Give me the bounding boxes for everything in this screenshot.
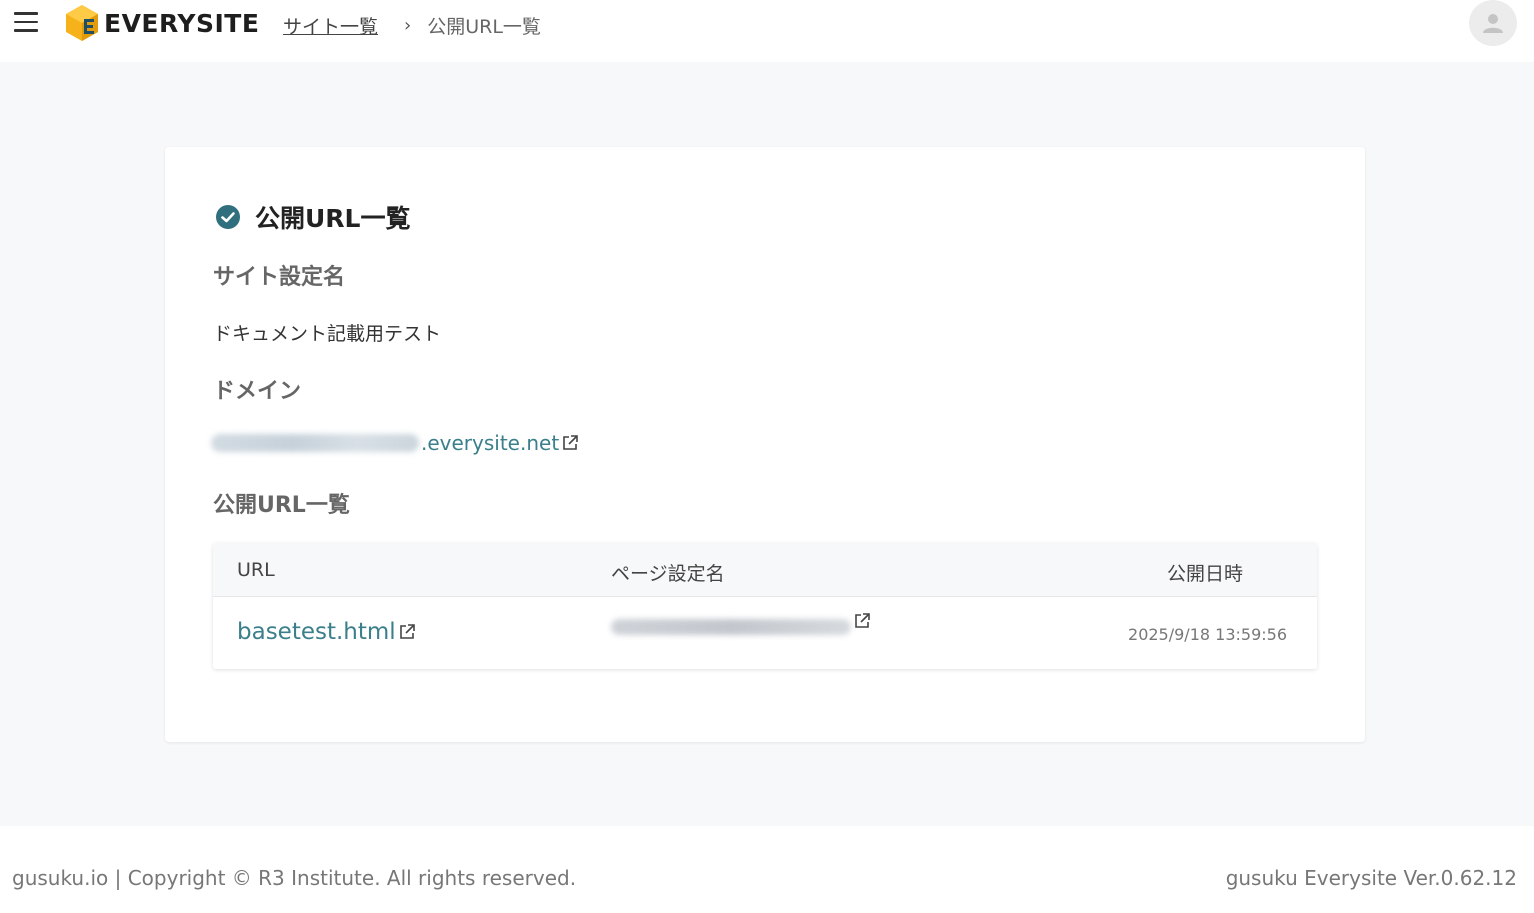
column-header-url: URL: [237, 559, 275, 581]
footer-copyright: gusuku.io | Copyright © R3 Institute. Al…: [12, 866, 577, 890]
logo-text: EVERYSITE: [104, 8, 260, 38]
published-at: 2025/9/18 13:59:56: [1128, 625, 1287, 644]
url-link[interactable]: basetest.html: [237, 619, 416, 645]
breadcrumb-current: 公開URL一覧: [427, 15, 541, 38]
breadcrumb-separator: ›: [404, 14, 412, 36]
domain-link[interactable]: .everysite.net: [211, 431, 579, 455]
page-title: 公開URL一覧: [255, 204, 411, 233]
blurred-page-setting-name: [611, 619, 851, 635]
user-avatar[interactable]: [1469, 0, 1517, 46]
table-row: basetest.html 2025/9/18 13:59:56: [213, 597, 1317, 669]
everysite-logo-icon: [66, 5, 98, 41]
breadcrumb: サイト一覧 › 公開URL一覧: [283, 12, 541, 38]
domain-label: ドメイン: [213, 379, 302, 404]
external-link-icon: [855, 613, 870, 628]
column-header-page-setting: ページ設定名: [611, 563, 725, 585]
page-setting-link[interactable]: [611, 613, 871, 635]
everysite-logo[interactable]: EVERYSITE: [64, 4, 259, 42]
external-link-icon: [399, 624, 415, 639]
column-header-published-at: 公開日時: [1167, 563, 1244, 585]
hamburger-menu-icon[interactable]: [14, 12, 40, 34]
card-title-row: 公開URL一覧: [215, 199, 410, 235]
blurred-subdomain: [211, 434, 419, 452]
user-icon: [1483, 14, 1503, 33]
app-header: EVERYSITE サイト一覧 › 公開URL一覧: [0, 0, 1534, 62]
check-circle-icon: [216, 205, 240, 229]
url-list-label: 公開URL一覧: [213, 493, 350, 518]
url-table: URL ページ設定名 公開日時 basetest.html 2025/9/18 …: [213, 543, 1317, 669]
site-setting-label: サイト設定名: [213, 265, 346, 290]
footer: gusuku.io | Copyright © R3 Institute. Al…: [0, 826, 1534, 913]
footer-version: gusuku Everysite Ver.0.62.12: [1225, 866, 1517, 890]
breadcrumb-site-list-link[interactable]: サイト一覧: [283, 12, 378, 39]
table-header: URL ページ設定名 公開日時: [213, 543, 1317, 597]
published-url-card: 公開URL一覧 サイト設定名 ドキュメント記載用テスト ドメイン .everys…: [165, 147, 1365, 742]
domain-suffix: .everysite.net: [421, 431, 560, 455]
site-setting-value: ドキュメント記載用テスト: [213, 323, 442, 345]
external-link-icon: [563, 435, 578, 450]
url-text: basetest.html: [237, 619, 396, 645]
